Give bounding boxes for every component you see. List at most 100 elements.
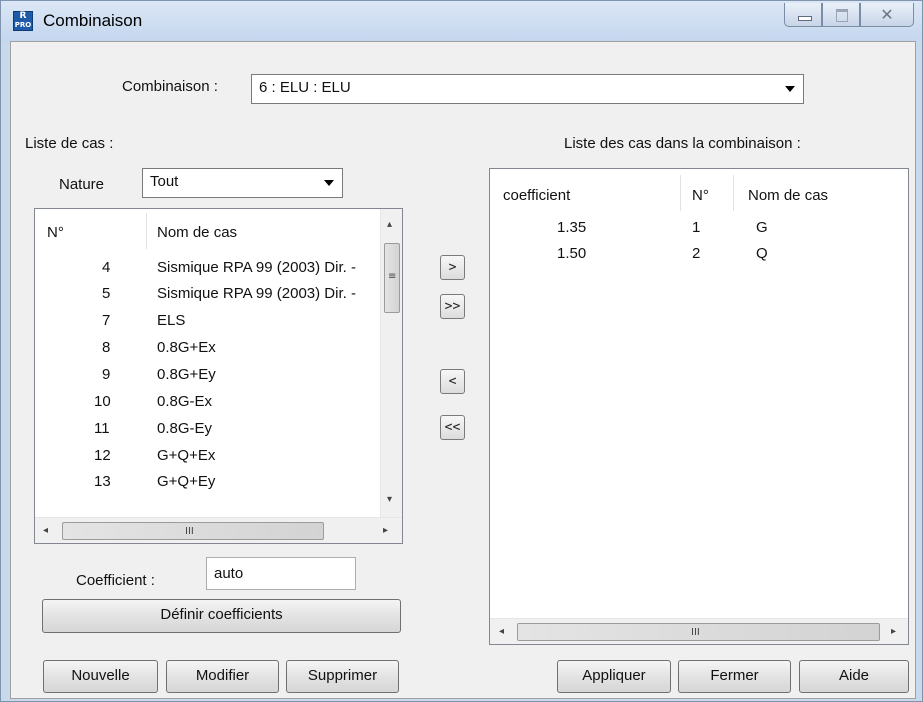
- case-name: 0.8G-Ey: [157, 420, 213, 437]
- minimize-button[interactable]: [784, 3, 822, 27]
- combinaison-window: R PRO Combinaison ✕ Combinaison : 6 : EL…: [0, 0, 923, 702]
- scroll-right-icon[interactable]: ▸: [383, 525, 388, 536]
- case-list-vertical-scrollbar[interactable]: ▴ ≡ ▾: [380, 209, 402, 517]
- maximize-icon: [836, 9, 848, 22]
- case-number: 9: [102, 366, 111, 383]
- close-button-label: Fermer: [710, 667, 759, 684]
- column-header-number[interactable]: N°: [692, 187, 709, 204]
- column-header-number[interactable]: N°: [47, 224, 64, 241]
- scroll-grip-icon: III: [185, 526, 194, 537]
- case-number: 7: [102, 312, 111, 329]
- window-title: Combinaison: [43, 11, 143, 30]
- case-number: 13: [94, 473, 111, 490]
- delete-button[interactable]: Supprimer: [286, 660, 399, 693]
- case-number: 11: [94, 420, 110, 437]
- list-item[interactable]: 11 0.8G-Ey: [35, 420, 402, 446]
- help-button[interactable]: Aide: [799, 660, 909, 693]
- case-name: ELS: [157, 312, 186, 329]
- scroll-down-icon[interactable]: ▾: [387, 494, 392, 505]
- define-coefficients-label: Définir coefficients: [160, 606, 283, 623]
- combination-cases-title: Liste des cas dans la combinaison :: [564, 135, 801, 152]
- delete-button-label: Supprimer: [307, 667, 378, 684]
- list-item[interactable]: 9 0.8G+Ey: [35, 366, 402, 392]
- remove-case-button[interactable]: <: [440, 369, 465, 394]
- help-button-label: Aide: [838, 667, 870, 684]
- case-number: 5: [102, 285, 111, 302]
- case-list[interactable]: N° Nom de cas 4 Sismique RPA 99 (2003) D…: [34, 208, 403, 544]
- scroll-right-icon[interactable]: ▸: [891, 626, 896, 637]
- nature-label: Nature: [59, 176, 105, 193]
- case-list-title: Liste de cas :: [25, 135, 114, 152]
- combination-list-horizontal-scrollbar[interactable]: ◂ III ▸: [490, 618, 908, 644]
- case-number: 10: [94, 393, 111, 410]
- remove-all-cases-button[interactable]: <<: [440, 415, 465, 440]
- coefficient-value: 1.50: [557, 245, 587, 262]
- combination-case-list[interactable]: coefficient N° Nom de cas 1.35 1 G 1.50 …: [489, 168, 909, 645]
- coefficient-input-field[interactable]: [207, 558, 355, 589]
- case-name: Sismique RPA 99 (2003) Dir. -: [157, 285, 356, 302]
- case-number: 8: [102, 339, 111, 356]
- case-name: G: [756, 219, 768, 236]
- column-header-coefficient[interactable]: coefficient: [503, 187, 570, 204]
- close-icon: ✕: [880, 5, 894, 24]
- combination-select-value: 6 : ELU : ELU: [259, 79, 351, 96]
- window-controls: ✕: [784, 1, 914, 29]
- case-number: 4: [102, 259, 111, 276]
- table-row[interactable]: 1.35 1 G: [490, 219, 908, 245]
- list-item[interactable]: 4 Sismique RPA 99 (2003) Dir. -: [35, 259, 402, 285]
- case-name: Q: [756, 245, 768, 262]
- title-bar[interactable]: R PRO Combinaison ✕: [1, 1, 922, 41]
- case-name: Sismique RPA 99 (2003) Dir. -: [157, 259, 356, 276]
- list-item[interactable]: 8 0.8G+Ex: [35, 339, 402, 365]
- case-name: G+Q+Ey: [157, 473, 216, 490]
- modify-button[interactable]: Modifier: [166, 660, 279, 693]
- list-item[interactable]: 12 G+Q+Ex: [35, 447, 402, 473]
- nature-select-value: Tout: [150, 173, 179, 190]
- column-divider: [146, 213, 147, 249]
- dialog-client-area: Combinaison : 6 : ELU : ELU Liste de cas…: [10, 41, 916, 699]
- column-divider: [680, 175, 681, 211]
- combination-label: Combinaison :: [122, 78, 218, 95]
- case-number: 1: [692, 219, 701, 236]
- new-button-label: Nouvelle: [71, 667, 130, 684]
- minimize-icon: [798, 16, 812, 21]
- list-item[interactable]: 10 0.8G-Ex: [35, 393, 402, 419]
- horizontal-scroll-thumb[interactable]: III: [517, 623, 880, 641]
- define-coefficients-button[interactable]: Définir coefficients: [42, 599, 401, 633]
- apply-button[interactable]: Appliquer: [557, 660, 671, 693]
- scroll-grip-icon: III: [691, 627, 700, 638]
- close-window-button[interactable]: ✕: [860, 3, 914, 27]
- list-item[interactable]: 5 Sismique RPA 99 (2003) Dir. -: [35, 285, 402, 311]
- nature-select[interactable]: Tout: [142, 168, 343, 198]
- new-button[interactable]: Nouvelle: [43, 660, 158, 693]
- combination-select[interactable]: 6 : ELU : ELU: [251, 74, 804, 104]
- chevron-down-icon: [324, 180, 334, 186]
- case-number: 2: [692, 245, 701, 262]
- column-header-case-name[interactable]: Nom de cas: [157, 224, 237, 241]
- coefficient-label: Coefficient :: [76, 572, 155, 589]
- scroll-left-icon[interactable]: ◂: [499, 626, 504, 637]
- add-all-cases-button[interactable]: >>: [440, 294, 465, 319]
- chevron-down-icon: [785, 86, 795, 92]
- list-item[interactable]: 7 ELS: [35, 312, 402, 338]
- column-header-case-name[interactable]: Nom de cas: [748, 187, 828, 204]
- case-name: G+Q+Ex: [157, 447, 216, 464]
- list-item[interactable]: 13 G+Q+Ey: [35, 473, 402, 499]
- apply-button-label: Appliquer: [582, 667, 646, 684]
- maximize-button[interactable]: [822, 3, 860, 27]
- coefficient-input[interactable]: [206, 557, 356, 590]
- case-name: 0.8G-Ex: [157, 393, 213, 410]
- horizontal-scroll-thumb[interactable]: III: [62, 522, 324, 540]
- add-case-button[interactable]: >: [440, 255, 465, 280]
- scroll-up-icon[interactable]: ▴: [387, 219, 392, 230]
- case-list-horizontal-scrollbar[interactable]: ◂ III ▸: [35, 517, 402, 543]
- scroll-left-icon[interactable]: ◂: [43, 525, 48, 536]
- table-row[interactable]: 1.50 2 Q: [490, 245, 908, 271]
- case-name: 0.8G+Ey: [157, 366, 216, 383]
- close-button[interactable]: Fermer: [678, 660, 791, 693]
- coefficient-value: 1.35: [557, 219, 587, 236]
- vertical-scroll-thumb[interactable]: ≡: [384, 243, 400, 313]
- scroll-grip-icon: ≡: [388, 271, 397, 282]
- case-name: 0.8G+Ex: [157, 339, 216, 356]
- modify-button-label: Modifier: [195, 667, 250, 684]
